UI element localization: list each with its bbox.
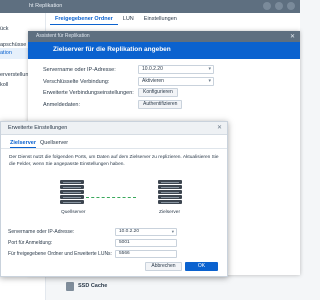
wizard-heading: Zielserver für die Replikation angeben [53,46,171,53]
shared-folder-port-label: Für freigegebene Ordner und Erweiterte L… [8,251,112,257]
server-name-value: 10.0.2.20 [142,66,163,72]
tab-source-server[interactable]: Quellserver [40,140,68,146]
adv-server-name-label: Servername oder IP-Adresse: [8,229,75,235]
app-titlebar: ht Replikation [0,0,300,13]
close-icon[interactable]: ✕ [290,33,295,40]
advanced-titlebar: Erweiterte Einstellungen ✕ [1,122,227,135]
login-port-value: 5001 [119,240,130,245]
adv-server-name-input[interactable]: 10.0.2.20 ▾ [115,228,177,236]
cancel-button[interactable]: Abbrechen [145,262,182,271]
chevron-down-icon[interactable]: ▾ [208,66,211,73]
tab-target-server[interactable]: Zielserver [10,140,36,148]
login-port-label: Port für Anmeldung: [8,240,53,246]
replication-link-icon [86,197,136,198]
tab-lun[interactable]: LUN [118,13,139,25]
server-name-label: Servername oder IP-Adresse: [43,67,116,73]
ssd-cache-icon [66,282,74,291]
chevron-down-icon[interactable]: ▾ [172,229,174,235]
close-icon[interactable]: ✕ [217,124,222,131]
advanced-title: Erweiterte Einstellungen [8,125,68,131]
encryption-value: Aktivieren [142,78,164,84]
server-name-input[interactable]: 10.0.2.20 ▾ [138,65,214,74]
ok-button[interactable]: OK [185,262,218,271]
login-port-input[interactable]: 5001 [115,239,177,247]
shared-folder-port-input[interactable]: 5566 [115,250,177,258]
wizard-titlebar: Assistent für Replikation ✕ [28,31,300,42]
advanced-connection-label: Erweiterte Verbindungseinstellungen: [43,90,134,96]
encryption-select[interactable]: Aktivieren ▾ [138,77,214,86]
source-server-icon [60,180,84,205]
adv-server-name-value: 10.0.2.20 [119,229,140,234]
wizard-header: Zielserver für die Replikation angeben [28,42,300,59]
maximize-icon[interactable] [275,2,283,10]
chevron-down-icon[interactable]: ▾ [208,78,211,85]
shared-folder-port-value: 5566 [119,251,130,256]
tab-shared-folder[interactable]: Freigegebener Ordner [50,13,118,25]
minimize-icon[interactable] [263,2,271,10]
close-icon[interactable] [287,2,295,10]
app-tabs: Freigegebener Ordner LUN Einstellungen [50,13,182,25]
authenticate-button[interactable]: Authentifizieren [138,100,183,109]
target-server-label: Zielserver [159,210,181,215]
tab-settings[interactable]: Einstellungen [139,13,182,25]
encryption-label: Verschlüsselte Verbindung: [43,79,110,85]
advanced-description: Der Dienst nutzt die folgenden Ports, um… [9,155,219,167]
credentials-label: Anmeldedaten: [43,102,80,108]
ssd-cache-label[interactable]: SSD Cache [78,283,107,289]
window-controls [263,2,295,10]
app-title: ht Replikation [29,3,63,9]
advanced-tabs: Zielserver Quellserver [1,138,227,149]
target-server-icon [158,180,182,205]
configure-button[interactable]: Konfigurieren [138,88,178,97]
wizard-titlebar-text: Assistent für Replikation [36,33,90,39]
source-server-label: Quellserver [61,210,86,215]
